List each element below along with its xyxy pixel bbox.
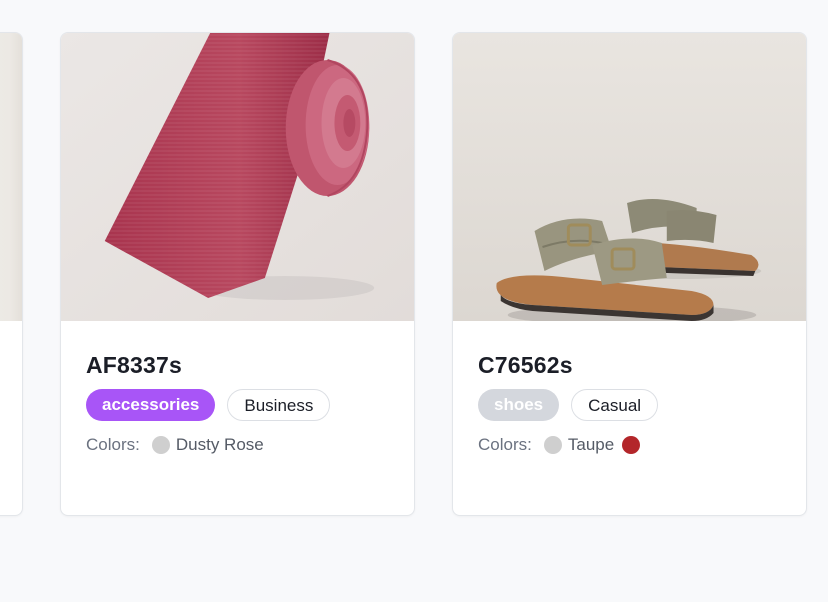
colors-label: Colors: xyxy=(86,435,140,454)
color-name: Dusty Rose xyxy=(175,435,264,454)
product-sku: AF8337s xyxy=(86,352,183,378)
style-tag[interactable]: Business xyxy=(227,389,331,421)
colors-row: Colors: Dusty Rose xyxy=(86,435,389,455)
category-tag[interactable]: accessories xyxy=(86,389,216,421)
product-card-partial[interactable] xyxy=(0,32,23,516)
color-swatch[interactable] xyxy=(622,436,641,454)
colors-label: Colors: xyxy=(478,435,532,454)
product-sku: C76562s xyxy=(478,352,573,378)
color-swatch[interactable] xyxy=(151,436,170,454)
product-card[interactable]: AF8337s accessories Business Colors: Dus… xyxy=(60,32,415,516)
product-tags: accessories Business xyxy=(86,389,389,421)
necktie-image xyxy=(61,33,414,321)
product-image xyxy=(0,33,22,321)
color-name: Taupe xyxy=(567,435,615,454)
colors-row: Colors: Taupe xyxy=(478,435,781,455)
product-tags: shoes Casual xyxy=(478,389,781,421)
color-swatch[interactable] xyxy=(543,436,562,454)
product-card[interactable]: C76562s shoes Casual Colors: Taupe xyxy=(452,32,807,516)
style-tag[interactable]: Casual xyxy=(571,389,659,421)
sandals-image xyxy=(453,33,806,321)
product-grid: AF8337s accessories Business Colors: Dus… xyxy=(0,0,828,602)
category-tag[interactable]: shoes xyxy=(478,389,560,421)
